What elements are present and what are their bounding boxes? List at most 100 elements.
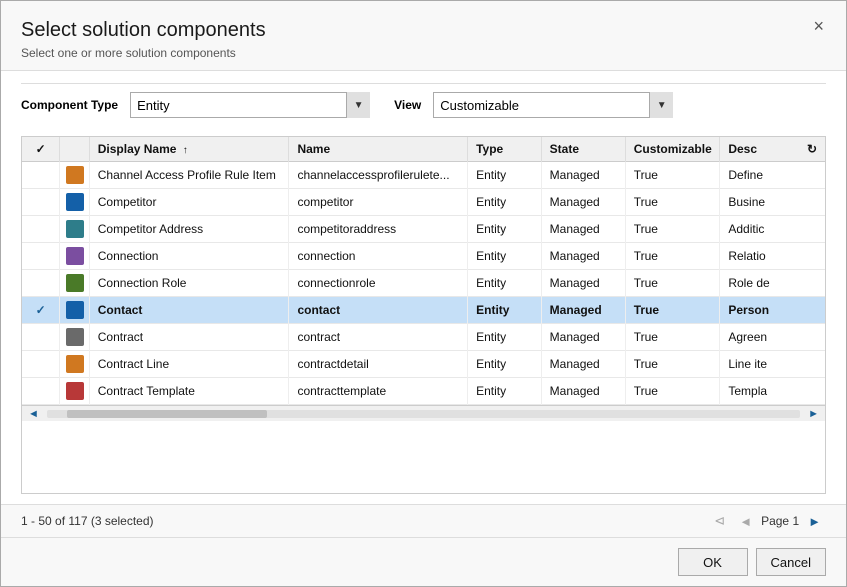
row-entity-icon	[60, 243, 89, 270]
pagination-first-button[interactable]: ⊲	[709, 511, 730, 531]
row-description: Additic	[720, 216, 825, 243]
row-check[interactable]	[22, 189, 60, 216]
col-header-icon	[60, 137, 89, 162]
row-type: Entity	[468, 297, 542, 324]
row-state: Managed	[541, 243, 625, 270]
table-row[interactable]: Connection RoleconnectionroleEntityManag…	[22, 270, 825, 297]
row-type: Entity	[468, 351, 542, 378]
select-solution-components-dialog: Select solution components Select one or…	[0, 0, 847, 587]
record-count: 1 - 50 of 117 (3 selected)	[21, 514, 709, 528]
check-all-icon: ✓	[36, 142, 46, 156]
pagination-prev-button[interactable]: ◄	[734, 512, 757, 531]
table-row[interactable]: CompetitorcompetitorEntityManagedTrueBus…	[22, 189, 825, 216]
component-type-wrapper: Entity ▼	[130, 92, 370, 118]
check-mark-icon: ✓	[36, 303, 46, 317]
view-select[interactable]: Customizable	[433, 92, 673, 118]
row-state: Managed	[541, 189, 625, 216]
row-state: Managed	[541, 351, 625, 378]
entity-icon	[66, 220, 84, 238]
hscroll-right-icon[interactable]: ►	[804, 408, 823, 420]
pagination-next-button[interactable]: ►	[803, 512, 826, 531]
row-name: channelaccessprofilerulete...	[289, 162, 468, 189]
row-description: Person	[720, 297, 825, 324]
row-check[interactable]	[22, 378, 60, 405]
row-check[interactable]	[22, 243, 60, 270]
filter-row: Component Type Entity ▼ View Customizabl…	[21, 83, 826, 126]
close-button[interactable]: ×	[807, 15, 830, 37]
refresh-icon[interactable]: ↻	[807, 142, 817, 156]
row-customizable: True	[625, 324, 720, 351]
row-check[interactable]: ✓	[22, 297, 60, 324]
row-name: contracttemplate	[289, 378, 468, 405]
hscroll-track[interactable]	[47, 410, 800, 418]
entity-icon	[66, 301, 84, 319]
row-entity-icon	[60, 270, 89, 297]
row-name: connectionrole	[289, 270, 468, 297]
row-state: Managed	[541, 270, 625, 297]
row-state: Managed	[541, 162, 625, 189]
entity-table: ✓ Display Name ↑ Name Type State Customi…	[22, 137, 825, 405]
col-header-desc[interactable]: Desc ↻	[720, 137, 825, 162]
row-customizable: True	[625, 378, 720, 405]
pagination: ⊲ ◄ Page 1 ►	[709, 511, 826, 531]
entity-icon	[66, 382, 84, 400]
row-type: Entity	[468, 324, 542, 351]
row-state: Managed	[541, 216, 625, 243]
dialog-body: Component Type Entity ▼ View Customizabl…	[1, 71, 846, 504]
col-header-check[interactable]: ✓	[22, 137, 60, 162]
row-name: competitor	[289, 189, 468, 216]
row-display-name: Contract	[89, 324, 289, 351]
row-check[interactable]	[22, 324, 60, 351]
row-name: contract	[289, 324, 468, 351]
col-header-state[interactable]: State	[541, 137, 625, 162]
row-description: Agreen	[720, 324, 825, 351]
row-name: connection	[289, 243, 468, 270]
row-check[interactable]	[22, 162, 60, 189]
row-customizable: True	[625, 297, 720, 324]
row-type: Entity	[468, 243, 542, 270]
hscroll-left-icon[interactable]: ◄	[24, 408, 43, 420]
row-display-name: Competitor	[89, 189, 289, 216]
row-entity-icon	[60, 189, 89, 216]
col-header-name[interactable]: Name	[289, 137, 468, 162]
row-entity-icon	[60, 162, 89, 189]
row-entity-icon	[60, 297, 89, 324]
row-customizable: True	[625, 216, 720, 243]
table-row[interactable]: Contract TemplatecontracttemplateEntityM…	[22, 378, 825, 405]
table-header-row: ✓ Display Name ↑ Name Type State Customi…	[22, 137, 825, 162]
row-name: contact	[289, 297, 468, 324]
row-type: Entity	[468, 189, 542, 216]
table-row[interactable]: Contract LinecontractdetailEntityManaged…	[22, 351, 825, 378]
row-description: Busine	[720, 189, 825, 216]
table-row[interactable]: ContractcontractEntityManagedTrueAgreen	[22, 324, 825, 351]
hscroll-thumb[interactable]	[67, 410, 267, 418]
dialog-header: Select solution components Select one or…	[1, 1, 846, 71]
entity-icon	[66, 166, 84, 184]
pagination-page-label: Page 1	[761, 514, 799, 528]
table-row[interactable]: Channel Access Profile Rule Itemchannela…	[22, 162, 825, 189]
dialog-title: Select solution components	[21, 19, 826, 42]
cancel-button[interactable]: Cancel	[756, 548, 826, 576]
col-header-display-name[interactable]: Display Name ↑	[89, 137, 289, 162]
row-type: Entity	[468, 216, 542, 243]
row-check[interactable]	[22, 270, 60, 297]
row-display-name: Contact	[89, 297, 289, 324]
row-state: Managed	[541, 297, 625, 324]
row-check[interactable]	[22, 351, 60, 378]
row-type: Entity	[468, 378, 542, 405]
table-row[interactable]: Competitor AddresscompetitoraddressEntit…	[22, 216, 825, 243]
entity-table-scroll[interactable]: ✓ Display Name ↑ Name Type State Customi…	[22, 137, 825, 405]
row-description: Relatio	[720, 243, 825, 270]
row-display-name: Contract Line	[89, 351, 289, 378]
col-header-customizable[interactable]: Customizable	[625, 137, 720, 162]
row-customizable: True	[625, 189, 720, 216]
component-type-select[interactable]: Entity	[130, 92, 370, 118]
col-header-type[interactable]: Type	[468, 137, 542, 162]
ok-button[interactable]: OK	[678, 548, 748, 576]
entity-icon	[66, 247, 84, 265]
horizontal-scrollbar[interactable]: ◄ ►	[22, 405, 825, 421]
entity-table-container: ✓ Display Name ↑ Name Type State Customi…	[21, 136, 826, 494]
row-check[interactable]	[22, 216, 60, 243]
table-row[interactable]: ✓ ContactcontactEntityManagedTruePerson	[22, 297, 825, 324]
table-row[interactable]: ConnectionconnectionEntityManagedTrueRel…	[22, 243, 825, 270]
